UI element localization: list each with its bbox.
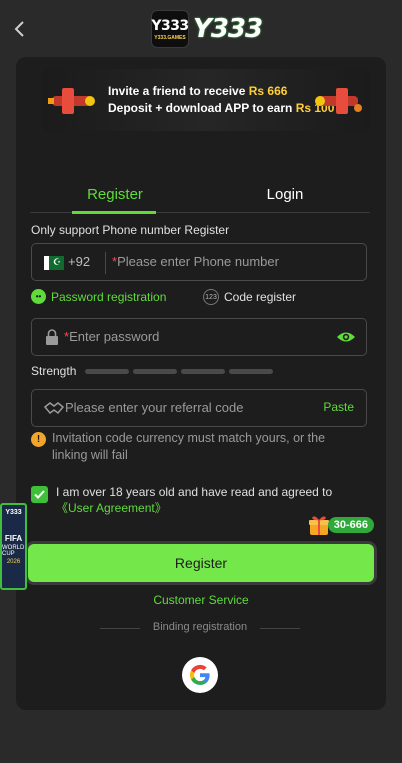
pakistan-flag-icon[interactable]: ☪ xyxy=(44,256,64,270)
handshake-icon xyxy=(44,402,64,415)
side-promo-banner[interactable]: Y333 FIFA WORLD CUP 2026 xyxy=(0,503,27,590)
google-icon[interactable] xyxy=(182,657,218,693)
side-promo-year: 2026 xyxy=(6,559,21,565)
option-code-label: Code register xyxy=(224,290,297,304)
banner-text: Invite a friend to receive Rs 666 Deposi… xyxy=(108,83,334,117)
checkbox-icon[interactable] xyxy=(31,486,48,503)
gift-icon xyxy=(308,516,329,535)
option-password-label: Password registration xyxy=(51,289,167,304)
register-card: Invite a friend to receive Rs 666 Deposi… xyxy=(16,57,386,710)
gift-badge: 30-666 xyxy=(327,517,374,533)
banner-line2: Deposit + download APP to earn xyxy=(108,101,296,115)
logo-badge: Y333 Y333.GAMES xyxy=(151,10,189,48)
age-agreement: I am over 18 years old and have read and… xyxy=(31,484,361,516)
active-tab-indicator xyxy=(72,211,156,214)
logo-text: Y333 xyxy=(193,14,263,44)
paste-button[interactable]: Paste xyxy=(323,400,354,414)
plane-left-icon xyxy=(48,88,95,114)
agreement-text: I am over 18 years old and have read and… xyxy=(56,485,333,515)
strength-bar xyxy=(229,368,273,374)
back-arrow-icon[interactable] xyxy=(9,16,29,42)
banner-line1: Invite a friend to receive xyxy=(108,84,249,98)
referral-input-placeholder[interactable]: Please enter your referral code xyxy=(65,400,243,415)
referral-field[interactable]: Please enter your referral code Paste xyxy=(31,389,367,427)
logo: Y333 Y333.GAMES Y333 xyxy=(151,9,263,49)
password-strength: Strength xyxy=(31,364,273,378)
option-password-registration[interactable]: •• Password registration xyxy=(31,289,166,304)
strength-bar xyxy=(85,368,129,374)
country-code[interactable]: +92 xyxy=(68,254,90,269)
gift-promo[interactable]: 30-666 xyxy=(308,514,374,536)
registration-options: •• Password registration 123 Code regist… xyxy=(31,289,367,307)
strength-bar xyxy=(133,368,177,374)
side-promo-sub: WORLD CUP xyxy=(2,545,25,557)
password-option-icon: •• xyxy=(31,289,46,304)
phone-field[interactable]: ☪ +92 *Please enter Phone number xyxy=(31,243,367,281)
register-button[interactable]: Register xyxy=(28,544,374,582)
side-promo-title: FIFA xyxy=(4,534,23,543)
strength-label: Strength xyxy=(31,364,77,378)
invitation-warning: ! Invitation code currency must match yo… xyxy=(31,430,351,464)
code-option-icon: 123 xyxy=(203,289,219,305)
banner-amount1: Rs 666 xyxy=(248,84,288,98)
tab-login[interactable]: Login xyxy=(200,175,370,213)
password-input-placeholder[interactable]: *Enter password xyxy=(64,329,159,344)
binding-registration-text: Binding registration xyxy=(152,621,248,633)
logo-badge-text: Y333 xyxy=(151,17,189,34)
warning-icon: ! xyxy=(31,432,46,447)
support-text: Only support Phone number Register xyxy=(31,223,230,237)
logo-badge-subtext: Y333.GAMES xyxy=(154,34,186,41)
eye-icon[interactable] xyxy=(336,329,356,345)
divider-line xyxy=(100,628,140,629)
user-agreement-link[interactable]: 《User Agreement》 xyxy=(56,501,167,515)
password-field[interactable]: *Enter password xyxy=(31,318,367,356)
option-code-register[interactable]: 123 Code register xyxy=(203,289,296,305)
warning-text: Invitation code currency must match your… xyxy=(52,431,326,462)
phone-input-placeholder[interactable]: *Please enter Phone number xyxy=(112,254,279,269)
field-divider xyxy=(105,252,106,274)
lock-icon xyxy=(46,329,58,345)
plane-right-icon xyxy=(315,88,362,114)
promo-banner[interactable]: Invite a friend to receive Rs 666 Deposi… xyxy=(42,69,370,131)
side-promo-badge: Y333 xyxy=(5,509,22,516)
customer-service-link[interactable]: Customer Service xyxy=(16,593,386,607)
binding-registration: Binding registration xyxy=(100,621,300,635)
auth-tabs: Register Login xyxy=(30,175,370,214)
top-bar: Y333 Y333.GAMES Y333 xyxy=(0,0,402,58)
strength-bar xyxy=(181,368,225,374)
divider-line xyxy=(260,628,300,629)
tab-register[interactable]: Register xyxy=(30,175,200,213)
